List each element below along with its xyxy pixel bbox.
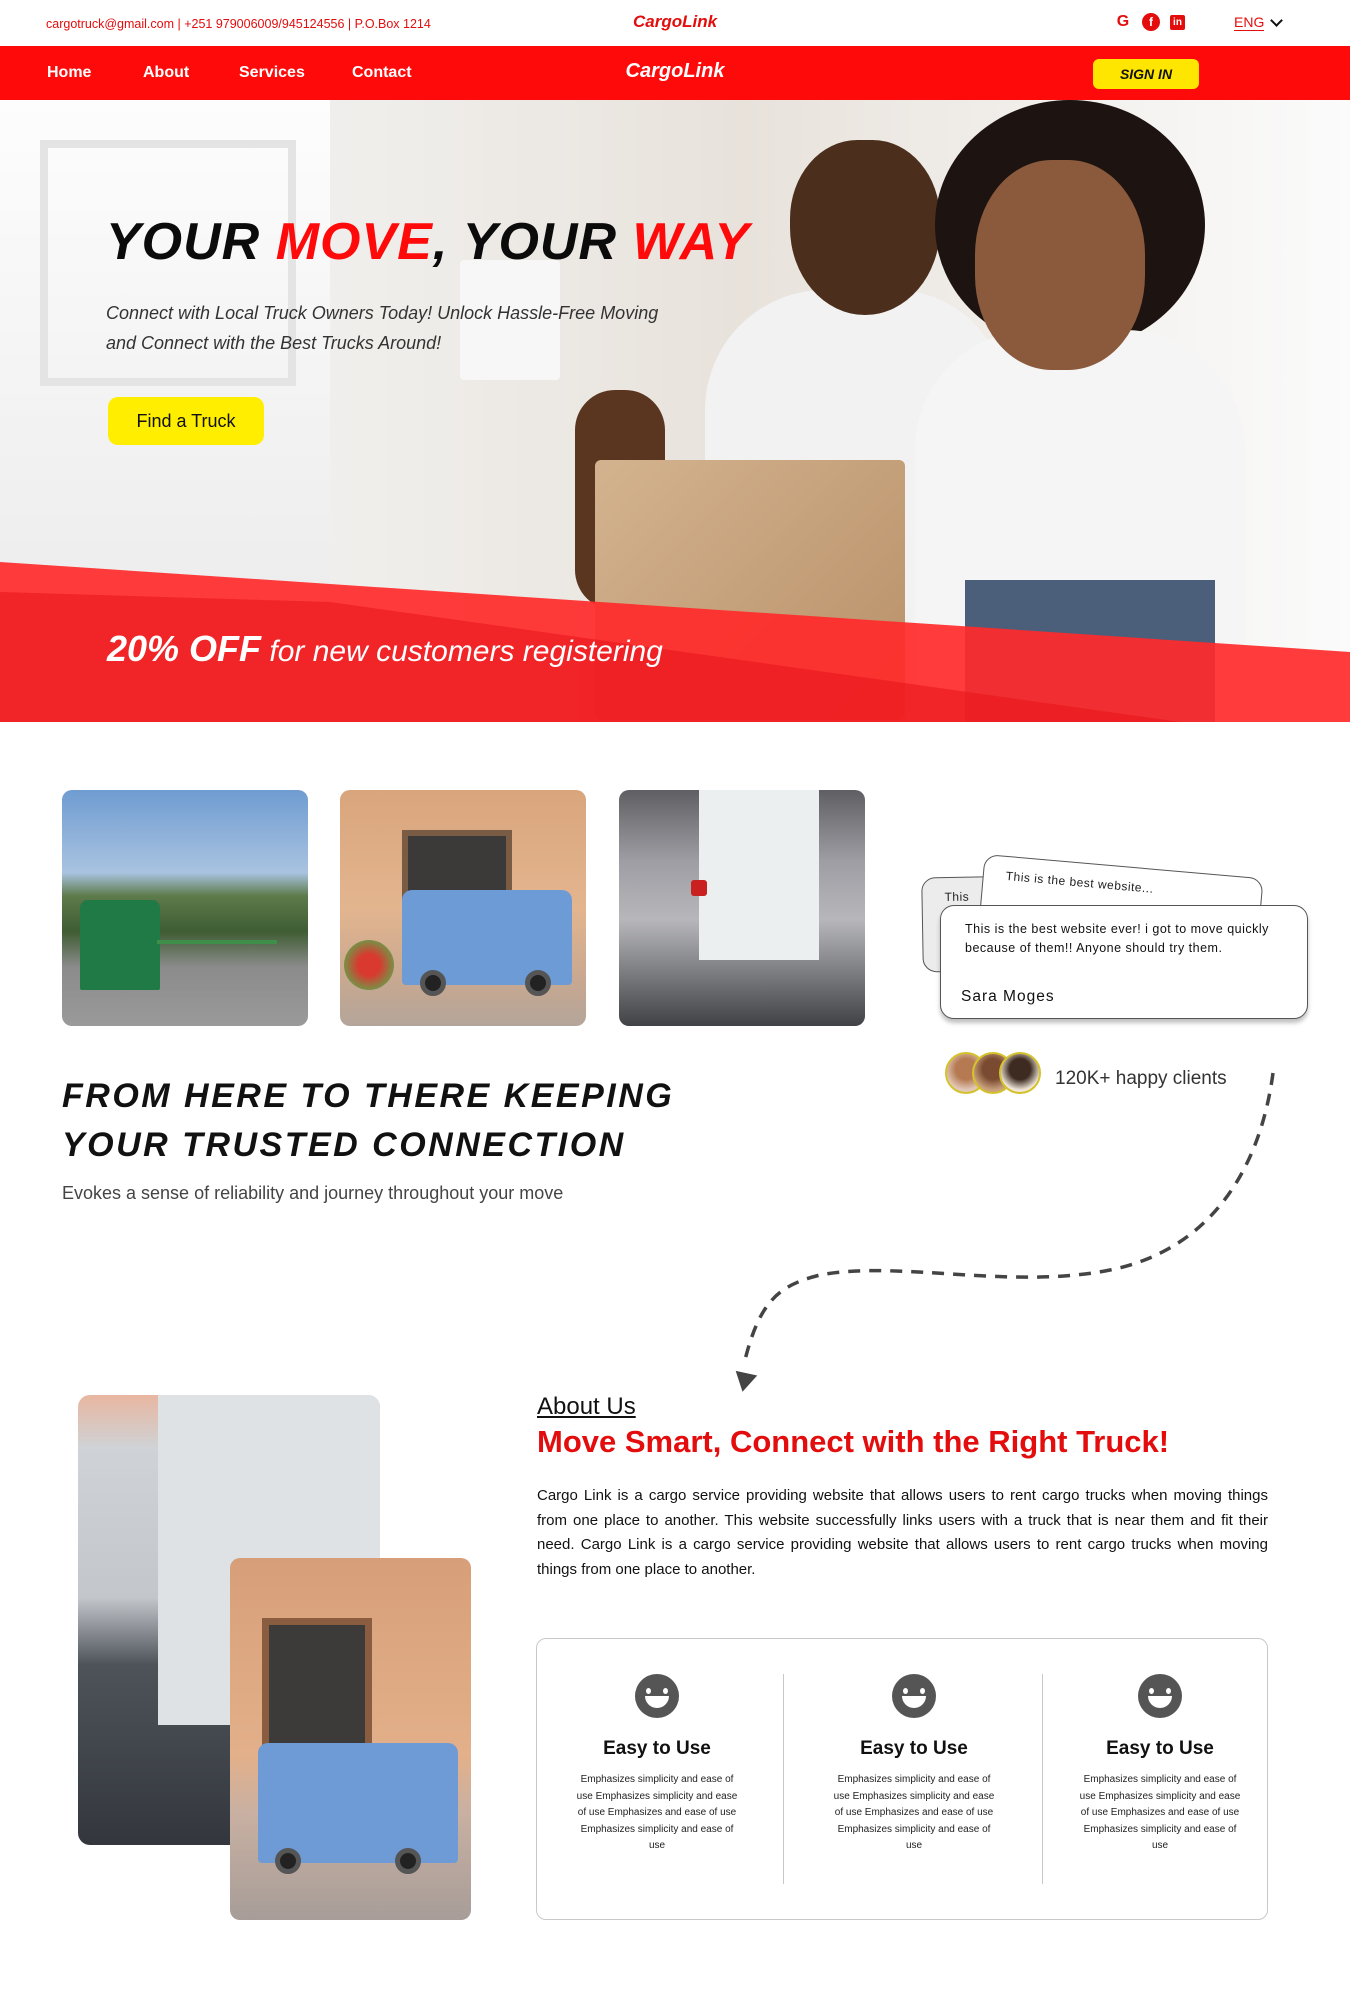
features-panel: Easy to Use Emphasizes simplicity and ea… [536, 1638, 1268, 1920]
sign-in-button[interactable]: SIGN IN [1093, 59, 1199, 89]
gallery-image-green-truck [62, 790, 308, 1026]
smiley-icon [1138, 1674, 1182, 1718]
facebook-icon[interactable]: f [1142, 13, 1160, 31]
feature-card: Easy to Use Emphasizes simplicity and ea… [537, 1674, 777, 1855]
tagline-heading: FROM HERE TO THERE KEEPING YOUR TRUSTED … [62, 1077, 675, 1164]
language-selector[interactable]: ENG [1234, 13, 1284, 31]
feature-title: Easy to Use [1106, 1738, 1214, 1759]
feature-divider [783, 1674, 784, 1884]
feature-title: Easy to Use [860, 1738, 968, 1759]
top-bar: cargotruck@gmail.com | +251 979006009/94… [0, 0, 1350, 46]
smiley-icon [635, 1674, 679, 1718]
social-links: G f in [1114, 13, 1185, 31]
hero-section: YOUR MOVE, YOUR WAY Connect with Local T… [0, 100, 1350, 722]
find-truck-button[interactable]: Find a Truck [108, 397, 264, 445]
about-description: Cargo Link is a cargo service providing … [537, 1487, 1268, 1578]
feature-card: Easy to Use Emphasizes simplicity and ea… [1040, 1674, 1280, 1855]
chevron-down-icon [1270, 13, 1284, 27]
about-image-blue-truck [230, 1558, 471, 1920]
avatar [999, 1052, 1041, 1094]
testimonial-author: Sara Moges [961, 988, 1055, 1005]
hero-subtitle: Connect with Local Truck Owners Today! U… [106, 303, 659, 353]
gallery-image-truck-back [619, 790, 865, 1026]
tagline-subtitle: Evokes a sense of reliability and journe… [62, 1183, 564, 1203]
feature-card: Easy to Use Emphasizes simplicity and ea… [794, 1674, 1034, 1855]
language-label: ENG [1234, 14, 1265, 31]
google-icon[interactable]: G [1114, 13, 1132, 31]
about-heading: About Us [537, 1393, 636, 1420]
testimonial-card: This is the best website ever! i got to … [940, 905, 1308, 1019]
main-nav: Home About Services Contact CargoLink SI… [0, 46, 1350, 100]
gallery-image-blue-truck [340, 790, 586, 1026]
about-title: Move Smart, Connect with the Right Truck… [537, 1424, 1170, 1459]
hero-title: YOUR MOVE, YOUR WAY [106, 213, 751, 271]
promo-text: 20% OFF for new customers registering [107, 628, 663, 669]
linkedin-icon[interactable]: in [1170, 15, 1185, 30]
client-avatars [945, 1052, 1041, 1094]
testimonial-quote: This is the best website ever! i got to … [965, 922, 1269, 955]
smiley-icon [892, 1674, 936, 1718]
hero-background-window [0, 100, 330, 620]
feature-text: Emphasizes simplicity and ease of use Em… [833, 1774, 995, 1851]
feature-text: Emphasizes simplicity and ease of use Em… [1079, 1774, 1241, 1851]
feature-text: Emphasizes simplicity and ease of use Em… [576, 1774, 738, 1851]
happy-clients-count: 120K+ happy clients [1055, 1068, 1227, 1089]
feature-title: Easy to Use [603, 1738, 711, 1759]
